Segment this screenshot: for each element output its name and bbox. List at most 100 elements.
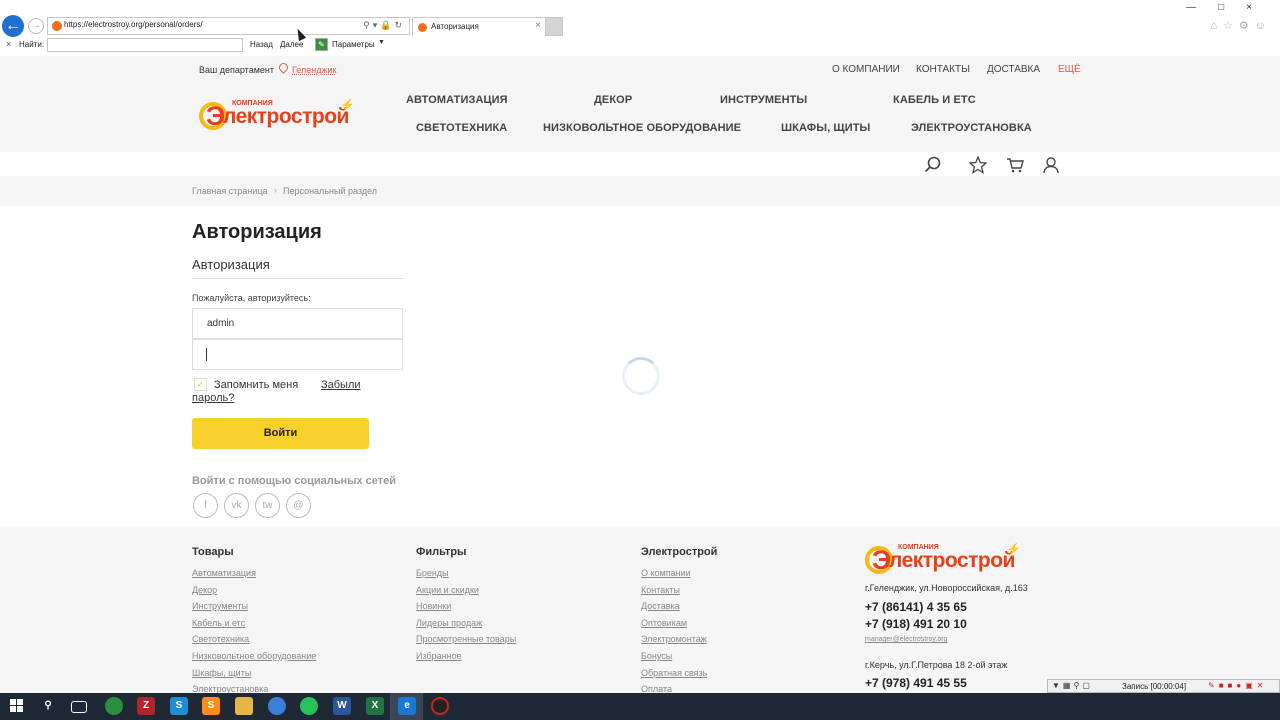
login-input[interactable]: admin — [192, 308, 403, 339]
window-controls[interactable]: —□× — [1186, 2, 1274, 13]
footer-phone[interactable]: +7 (918) 491 20 10 — [865, 617, 967, 631]
filezilla-icon[interactable]: Z — [137, 697, 155, 715]
chevron-down-icon[interactable]: ▼ — [378, 39, 385, 46]
forgot-password-link-cont[interactable]: пароль? — [192, 392, 234, 404]
topnav-delivery[interactable]: ДОСТАВКА — [987, 64, 1040, 75]
remember-label[interactable]: Запомнить меня — [214, 379, 298, 391]
taskbar: ⚲ Z S S W X e — [0, 693, 1280, 720]
vk-icon[interactable]: vk — [224, 493, 249, 518]
forward-arrow-icon[interactable]: → — [28, 18, 44, 34]
user-icon[interactable] — [1042, 156, 1060, 178]
footer-link[interactable]: Светотехника — [192, 634, 249, 644]
address-url[interactable]: https://electrostroy.org/personal/orders… — [64, 20, 203, 29]
footer-link[interactable]: Оплата — [641, 684, 672, 693]
nav-decor[interactable]: ДЕКОР — [594, 94, 632, 106]
cart-icon[interactable] — [1006, 156, 1024, 178]
text-caret — [206, 348, 207, 361]
footer-link[interactable]: Обратная связь — [641, 668, 707, 678]
nav-cabinets[interactable]: ШКАФЫ, ЩИТЫ — [781, 122, 870, 134]
excel-icon[interactable]: X — [366, 697, 384, 715]
find-options-button[interactable]: Параметры — [332, 40, 375, 49]
footer-link[interactable]: Бренды — [416, 568, 449, 578]
mail-icon[interactable]: @ — [286, 493, 311, 518]
footer-link[interactable]: О компании — [641, 568, 691, 578]
recorder-status: Запись [00:00:04] — [1122, 682, 1187, 691]
find-next-button[interactable]: Далее — [280, 40, 303, 49]
location-pin-icon — [277, 61, 290, 74]
footer-col-company-title: Электрострой — [641, 546, 718, 558]
breadcrumb-separator: › — [274, 185, 277, 195]
favorites-icon[interactable] — [968, 155, 988, 178]
social-login-title: Войти с помощью социальных сетей — [192, 475, 397, 487]
find-input[interactable] — [47, 38, 243, 52]
nav-lowvoltage[interactable]: НИЗКОВОЛЬТНОЕ ОБОРУДОВАНИЕ — [543, 122, 741, 134]
word-icon[interactable]: W — [333, 697, 351, 715]
breadcrumb-home[interactable]: Главная страница — [192, 186, 268, 196]
find-close-icon[interactable]: × — [6, 39, 11, 49]
chrome-icon[interactable] — [105, 697, 123, 715]
whatsapp-icon[interactable] — [300, 697, 318, 715]
twitter-icon[interactable]: tw — [255, 493, 280, 518]
forgot-password-link[interactable]: Забыли — [321, 379, 361, 391]
footer-address: г.Геленджик, ул.Новороссийская, д.163 — [865, 583, 1028, 593]
back-arrow-icon[interactable]: ← — [2, 15, 24, 37]
sublime-icon[interactable]: S — [202, 697, 220, 715]
browser-toolbar-icons[interactable]: ⌂☆⚙☺ — [1210, 19, 1272, 32]
logo-name: лектрострой — [223, 105, 349, 128]
nav-lighting[interactable]: СВЕТОТЕХНИКА — [416, 122, 507, 134]
footer-phone[interactable]: +7 (978) 491 45 55 — [865, 676, 967, 690]
footer-link[interactable]: Просмотренные товары — [416, 634, 516, 644]
footer-link[interactable]: Контакты — [641, 585, 680, 595]
topnav-more[interactable]: ЕЩЁ — [1058, 64, 1081, 75]
footer-phone[interactable]: +7 (86141) 4 35 65 — [865, 600, 967, 614]
footer-link[interactable]: Оптовикам — [641, 618, 687, 628]
recorder-tools-icon[interactable]: ▼▦⚲▢ — [1052, 681, 1093, 690]
internet-explorer-icon[interactable]: e — [398, 697, 416, 715]
footer-link[interactable]: Электроустановка — [192, 684, 268, 693]
new-tab-button[interactable] — [545, 17, 563, 36]
footer-email[interactable]: manager@electrostroy.org — [865, 636, 947, 643]
windows-start-icon[interactable] — [10, 699, 24, 713]
file-explorer-icon[interactable] — [235, 697, 253, 715]
search-icon[interactable] — [924, 156, 942, 178]
tab-close-icon[interactable]: × — [535, 20, 541, 31]
address-actions-icon[interactable]: ⚲▾🔒↻ — [363, 20, 405, 31]
task-view-icon[interactable] — [71, 701, 87, 713]
find-prev-button[interactable]: Назад — [250, 40, 273, 49]
footer-link[interactable]: Инструменты — [192, 601, 248, 611]
footer-link[interactable]: Доставка — [641, 601, 680, 611]
search-icon[interactable]: ⚲ — [39, 697, 57, 715]
topnav-contacts[interactable]: КОНТАКТЫ — [916, 64, 970, 75]
footer-link[interactable]: Кабель и етс — [192, 618, 245, 628]
footer-link[interactable]: Шкафы, щиты — [192, 668, 251, 678]
nav-cable[interactable]: КАБЕЛЬ И ЕТС — [893, 94, 976, 106]
recorder-app-icon[interactable] — [431, 697, 449, 715]
footer-link[interactable]: Избранное — [416, 651, 462, 661]
nav-automation[interactable]: АВТОМАТИЗАЦИЯ — [406, 94, 508, 106]
footer-link[interactable]: Автоматизация — [192, 568, 256, 578]
browser-tab[interactable]: Авторизация × — [412, 17, 546, 36]
nav-tools[interactable]: ИНСТРУМЕНТЫ — [720, 94, 807, 106]
breadcrumb: Главная страница › Персональный раздел — [0, 176, 1280, 206]
address-bar[interactable]: https://electrostroy.org/personal/orders… — [47, 17, 410, 35]
footer-logo[interactable]: Э КОМПАНИЯ лектрострой ⚡ — [865, 542, 1021, 575]
footer-link[interactable]: Акции и скидки — [416, 585, 479, 595]
nav-electro[interactable]: ЭЛЕКТРОУСТАНОВКА — [911, 122, 1032, 134]
recorder-controls-icon[interactable]: ✎■■●▣✕ — [1208, 681, 1267, 690]
facebook-icon[interactable]: f — [193, 493, 218, 518]
breadcrumb-current[interactable]: Персональный раздел — [283, 186, 377, 196]
site-logo[interactable]: Э КОМПАНИЯ лектрострой ⚡ — [199, 98, 355, 131]
footer-link[interactable]: Низковольтное оборудование — [192, 651, 316, 661]
footer-link[interactable]: Декор — [192, 585, 217, 595]
login-button[interactable]: Войти — [192, 418, 369, 449]
topnav-about[interactable]: О КОМПАНИИ — [832, 64, 900, 75]
department-city-link[interactable]: Геленджик — [292, 65, 336, 75]
remember-checkbox[interactable]: ✓ — [194, 378, 207, 391]
footer-link[interactable]: Бонусы — [641, 651, 672, 661]
footer-link[interactable]: Лидеры продаж — [416, 618, 482, 628]
skype-icon[interactable]: S — [170, 697, 188, 715]
footer-link[interactable]: Электромонтаж — [641, 634, 707, 644]
footer-link[interactable]: Новинки — [416, 601, 451, 611]
chrome-alt-icon[interactable] — [268, 697, 286, 715]
password-input[interactable] — [192, 339, 403, 370]
